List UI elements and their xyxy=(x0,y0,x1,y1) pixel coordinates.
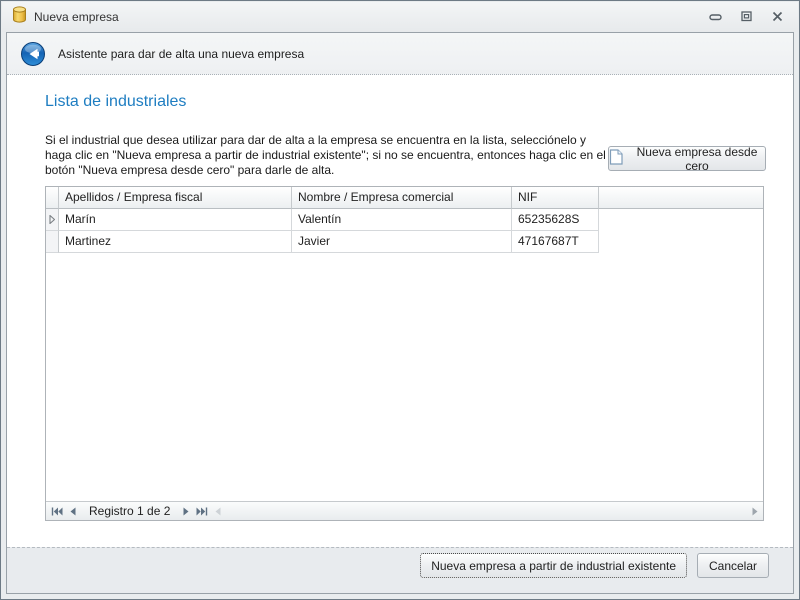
previous-record-button[interactable] xyxy=(65,504,81,519)
cell-apellidos: Martinez xyxy=(59,231,292,253)
title-bar: Nueva empresa xyxy=(2,2,798,32)
new-company-from-existing-button[interactable]: Nueva empresa a partir de industrial exi… xyxy=(420,553,687,578)
next-record-button[interactable] xyxy=(178,504,194,519)
column-header-apellidos[interactable]: Apellidos / Empresa fiscal xyxy=(59,187,292,209)
current-row-arrow-icon xyxy=(49,213,55,227)
new-document-icon xyxy=(609,149,623,168)
wizard-header: Asistente para dar de alta una nueva emp… xyxy=(7,33,793,75)
window-title: Nueva empresa xyxy=(34,10,695,24)
cell-nif: 47167687T xyxy=(512,231,599,253)
instructions-text: Si el industrial que desea utilizar para… xyxy=(45,133,611,178)
record-counter: Registro 1 de 2 xyxy=(89,504,170,519)
column-header-nombre[interactable]: Nombre / Empresa comercial xyxy=(292,187,512,209)
minimize-button[interactable] xyxy=(704,8,726,26)
close-button[interactable] xyxy=(766,8,788,26)
last-record-icon xyxy=(196,504,208,519)
cell-apellidos: Marín xyxy=(59,209,292,231)
maximize-icon xyxy=(741,10,752,25)
main-panel: Asistente para dar de alta una nueva emp… xyxy=(6,32,794,594)
first-record-button[interactable] xyxy=(49,504,65,519)
wizard-title: Asistente para dar de alta una nueva emp… xyxy=(58,47,304,61)
grid-row-2[interactable]: Martinez Javier 47167687T xyxy=(46,231,763,253)
scroll-left-button[interactable] xyxy=(210,504,226,519)
column-header-nif[interactable]: NIF xyxy=(512,187,599,209)
next-record-icon xyxy=(182,504,190,519)
cell-nif: 65235628S xyxy=(512,209,599,231)
maximize-button[interactable] xyxy=(735,8,757,26)
last-record-button[interactable] xyxy=(194,504,210,519)
scroll-left-icon xyxy=(214,504,222,519)
column-header-filler xyxy=(599,187,763,209)
grid-empty-area xyxy=(46,253,763,501)
window-nueva-empresa: Nueva empresa xyxy=(0,0,800,600)
cancel-button[interactable]: Cancelar xyxy=(697,553,769,578)
back-button[interactable] xyxy=(20,41,46,67)
cell-nombre: Javier xyxy=(292,231,512,253)
new-company-from-scratch-button[interactable]: Nueva empresa desde cero xyxy=(608,146,766,171)
scroll-right-button[interactable] xyxy=(747,504,763,519)
minimize-icon xyxy=(709,10,722,25)
row-indicator-cell xyxy=(46,209,59,231)
row-indicator-cell xyxy=(46,231,59,253)
indicator-header-cell xyxy=(46,187,59,209)
grid-header-row: Apellidos / Empresa fiscal Nombre / Empr… xyxy=(46,187,763,209)
scroll-right-icon xyxy=(751,504,759,519)
page-title: Lista de industriales xyxy=(45,93,186,111)
previous-record-icon xyxy=(69,504,77,519)
grid-row-1[interactable]: Marín Valentín 65235628S xyxy=(46,209,763,231)
close-icon xyxy=(772,10,783,25)
industriales-grid: Apellidos / Empresa fiscal Nombre / Empr… xyxy=(45,186,764,521)
cell-nombre: Valentín xyxy=(292,209,512,231)
footer-bar: Nueva empresa a partir de industrial exi… xyxy=(7,547,793,593)
database-icon xyxy=(12,6,27,28)
arrow-left-circle-icon xyxy=(20,55,46,70)
new-company-from-scratch-label: Nueva empresa desde cero xyxy=(629,145,765,173)
record-navigator: Registro 1 de 2 xyxy=(46,501,763,520)
first-record-icon xyxy=(51,504,63,519)
